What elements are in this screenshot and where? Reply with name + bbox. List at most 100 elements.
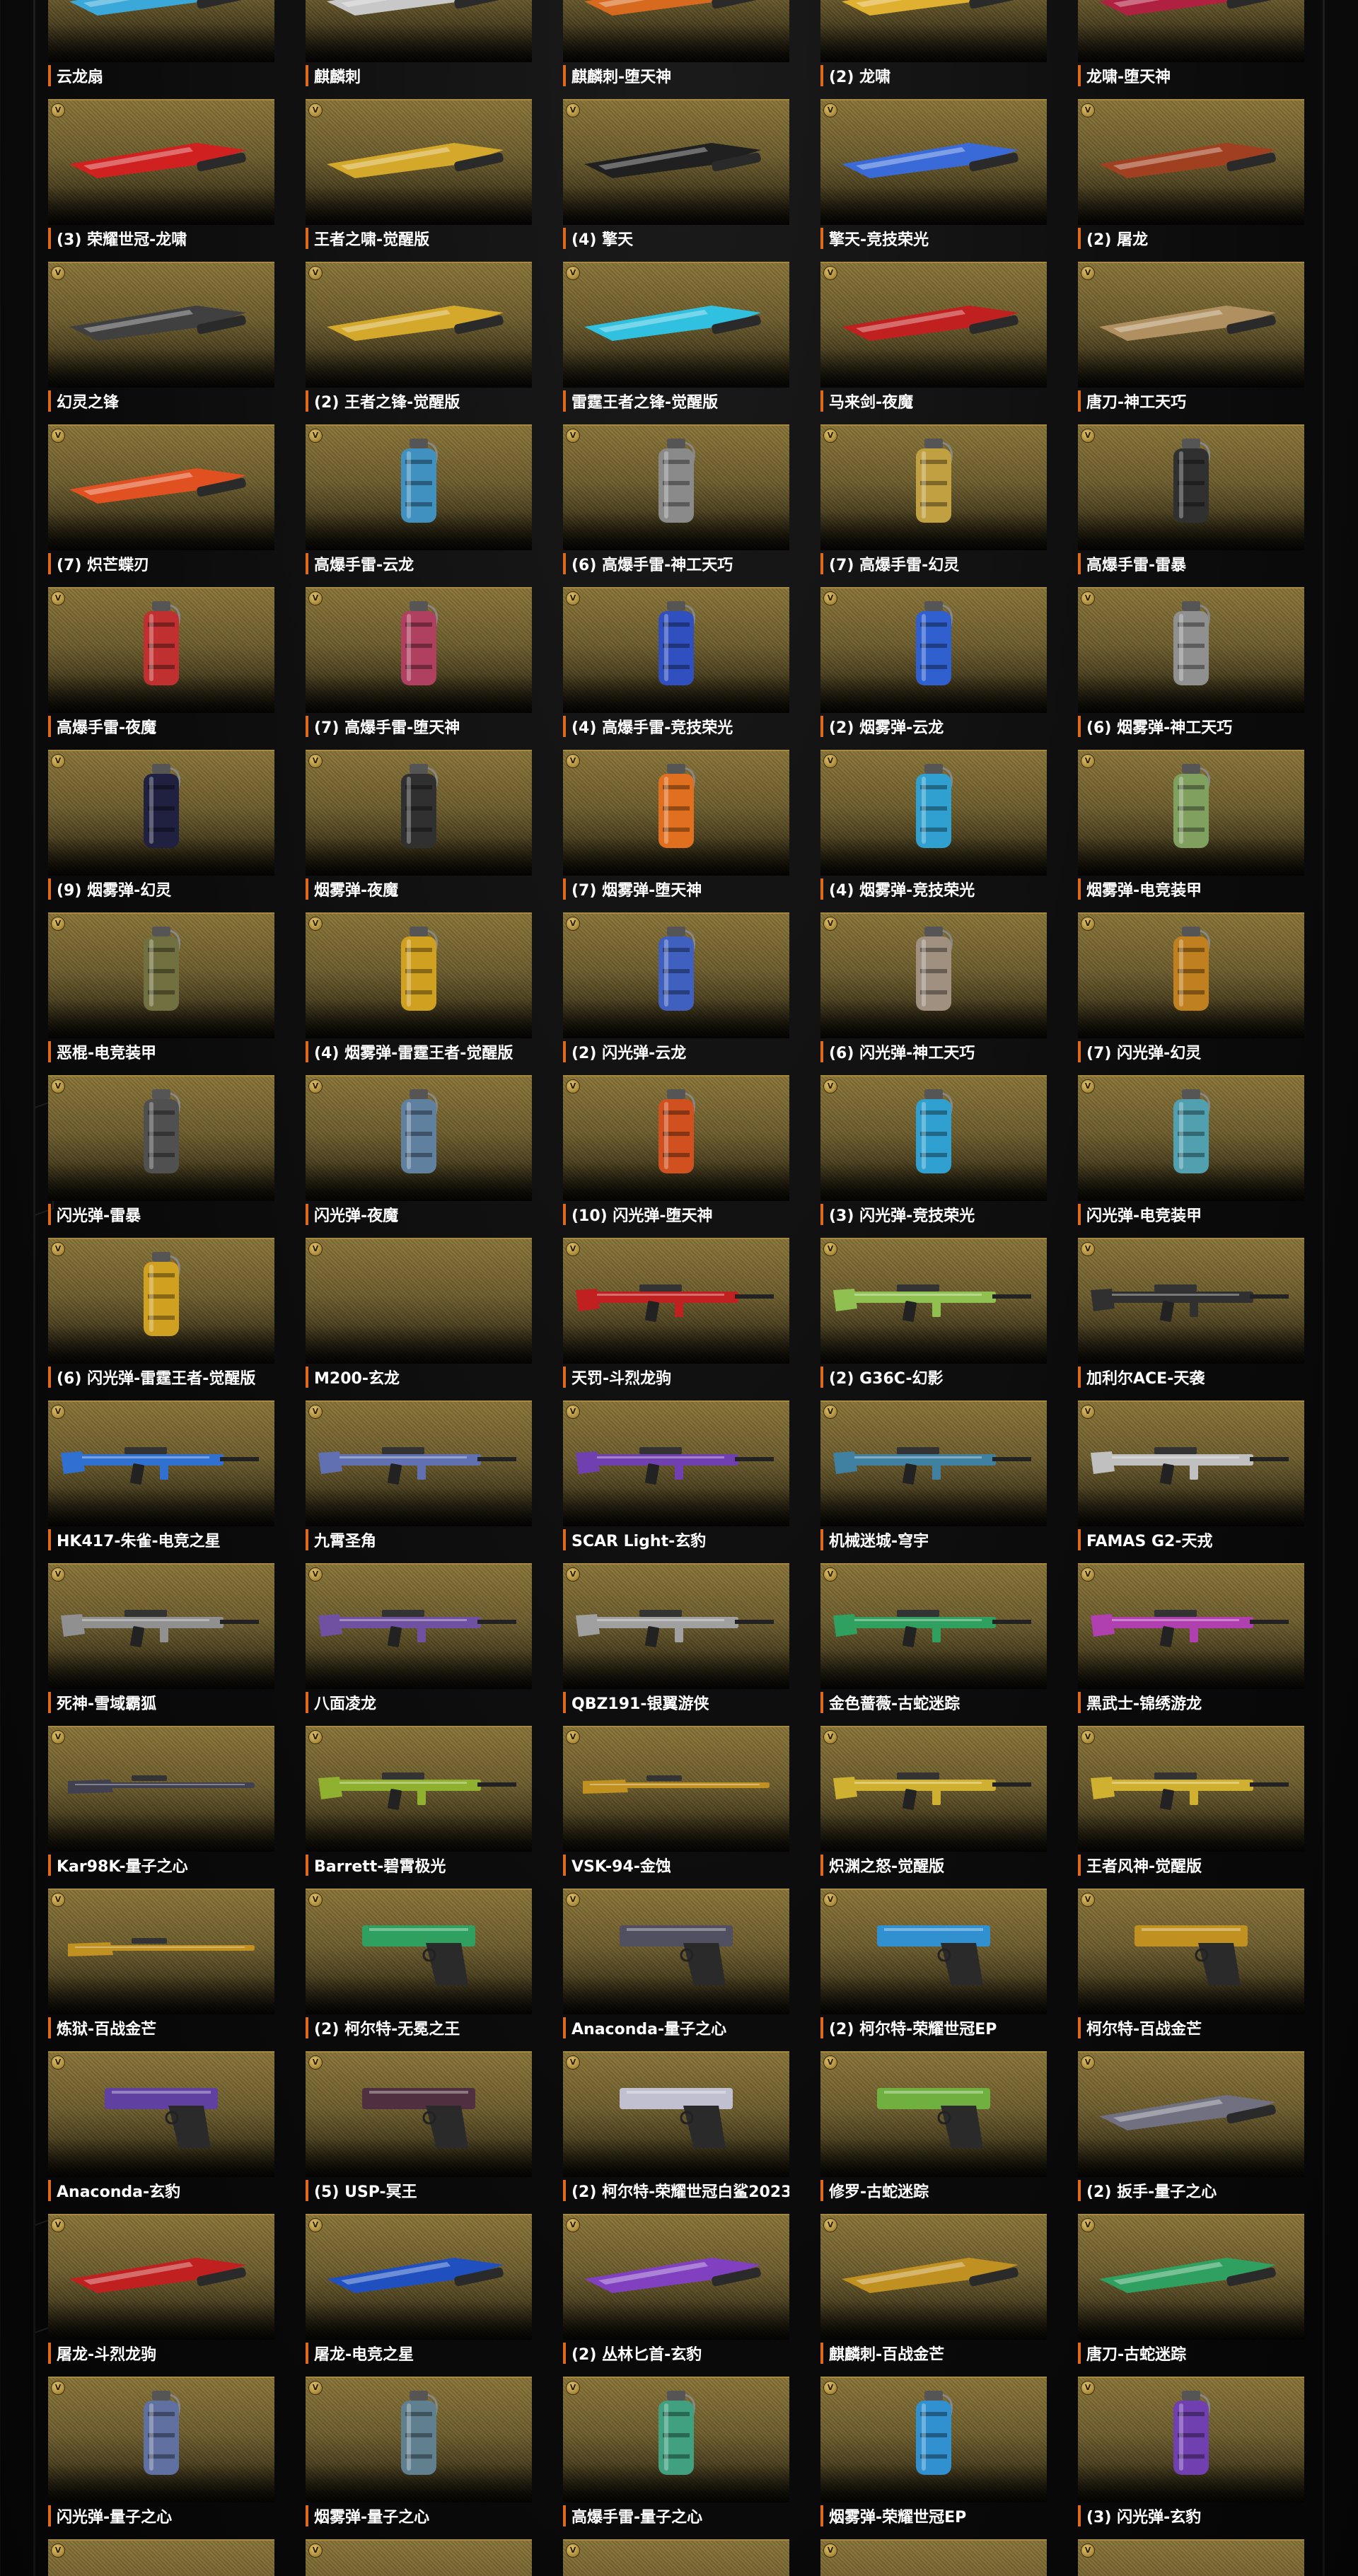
weapon-card[interactable]: V 高爆手雷-云龙 (306, 424, 532, 587)
weapon-card[interactable]: V HK417-朱雀-电竞之星 (48, 1400, 274, 1563)
v-badge-icon: V (823, 2055, 837, 2070)
weapon-card[interactable]: V 炽渊之怒-觉醒版 (820, 1726, 1047, 1889)
weapon-card[interactable]: V (6) 闪光弹-雷霆王者-觉醒版 (48, 1238, 274, 1400)
weapon-card[interactable]: V 屠龙-电竞之星 (306, 2214, 532, 2377)
weapon-card[interactable]: V (2) 丛林匕首-玄豹 (563, 2214, 789, 2377)
weapon-card[interactable]: V (2) 烟雾弹-云龙 (820, 587, 1047, 750)
weapon-card[interactable]: V 王者之啸-觉醒版 (306, 99, 532, 262)
weapon-card[interactable]: V 王者风神-觉醒版 (1078, 1726, 1304, 1889)
weapon-name-text: 屠龙-电竞之星 (314, 2346, 414, 2364)
weapon-card[interactable]: V (9) 烟雾弹-幻灵 (48, 750, 274, 912)
weapon-card[interactable]: V 天罚-斗烈龙驹 (563, 1238, 789, 1400)
weapon-name-text: (4) 高爆手雷-竞技荣光 (571, 719, 733, 737)
weapon-card[interactable]: V (4) 烟雾弹-竞技荣光 (820, 750, 1047, 912)
weapon-card[interactable]: V 烟雾弹-量子之心 (306, 2377, 532, 2539)
weapon-card[interactable]: V 加利尔ACE-天袭 (1078, 1238, 1304, 1400)
weapon-card[interactable]: V (4) 擎天 (563, 99, 789, 262)
weapon-card[interactable]: V 马来剑-夜魔 (820, 262, 1047, 424)
weapon-card[interactable]: V Anaconda-量子之心 (563, 1889, 789, 2051)
weapon-card[interactable]: V 屠龙-斗烈龙驹 (48, 2214, 274, 2377)
weapon-card[interactable]: V (3) 荣耀世冠-龙啸 (48, 99, 274, 262)
weapon-card[interactable]: V 闪光弹-雷暴 (48, 1075, 274, 1238)
weapon-card[interactable]: V 柯尔特-百战金芒 (1078, 1889, 1304, 2051)
weapon-card[interactable]: V (3) 闪光弹-竞技荣光 (820, 1075, 1047, 1238)
weapon-card[interactable]: V (4) 烟雾弹-雷霆王者-觉醒版 (306, 912, 532, 1075)
weapon-card[interactable]: V (2) G36C-幻影 (820, 1238, 1047, 1400)
weapon-card[interactable]: V (1078, 2539, 1304, 2576)
weapon-card[interactable]: V 闪光弹-夜魔 (306, 1075, 532, 1238)
weapon-card[interactable]: V (2) 柯尔特-荣耀世冠EP (820, 1889, 1047, 2051)
weapon-card[interactable]: V 闪光弹-量子之心 (48, 2377, 274, 2539)
weapon-card[interactable]: V 九霄圣角 (306, 1400, 532, 1563)
weapon-card[interactable]: V 高爆手雷-雷暴 (1078, 424, 1304, 587)
weapon-card[interactable]: V 八面凌龙 (306, 1563, 532, 1726)
weapon-card[interactable]: V 唐刀-古蛇迷踪 (1078, 2214, 1304, 2377)
weapon-card[interactable]: V 幻灵之锋 (48, 262, 274, 424)
weapon-card[interactable]: V (6) 闪光弹-神工天巧 (820, 912, 1047, 1075)
weapon-card[interactable]: V M200-玄龙 (306, 1238, 532, 1400)
v-badge-icon: V (566, 1893, 580, 1907)
weapon-card[interactable]: V 云龙扇 (48, 0, 274, 99)
weapon-card[interactable]: V (2) 龙啸 (820, 0, 1047, 99)
weapon-card[interactable]: V (7) 炽芒蝶刃 (48, 424, 274, 587)
weapon-card[interactable]: V 高爆手雷-量子之心 (563, 2377, 789, 2539)
weapon-card[interactable]: V Anaconda-玄豹 (48, 2051, 274, 2214)
weapon-image: V (306, 424, 532, 550)
weapon-card[interactable]: V SCAR Light-玄豹 (563, 1400, 789, 1563)
weapon-card[interactable]: V (5) USP-冥王 (306, 2051, 532, 2214)
weapon-card[interactable]: V (3) 闪光弹-玄豹 (1078, 2377, 1304, 2539)
weapon-card[interactable]: V (2) 柯尔特-荣耀世冠白鲨2023 (563, 2051, 789, 2214)
weapon-card[interactable]: V (10) 闪光弹-堕天神 (563, 1075, 789, 1238)
weapon-card[interactable]: V (4) 高爆手雷-竞技荣光 (563, 587, 789, 750)
weapon-card[interactable]: V FAMAS G2-天戎 (1078, 1400, 1304, 1563)
weapon-card[interactable]: V QBZ191-银翼游侠 (563, 1563, 789, 1726)
weapon-card[interactable]: V VSK-94-金蚀 (563, 1726, 789, 1889)
weapon-card[interactable]: V 高爆手雷-夜魔 (48, 587, 274, 750)
v-badge-icon: V (51, 2055, 65, 2070)
weapon-card[interactable]: V 死神-雪域霸狐 (48, 1563, 274, 1726)
weapon-card[interactable]: V (6) 高爆手雷-神工天巧 (563, 424, 789, 587)
weapon-card[interactable]: V (7) 烟雾弹-堕天神 (563, 750, 789, 912)
weapon-card[interactable]: V (2) 柯尔特-无冕之王 (306, 1889, 532, 2051)
weapon-card[interactable]: V 龙啸-堕天神 (1078, 0, 1304, 99)
v-badge-icon: V (51, 1893, 65, 1907)
weapon-card[interactable]: V 唐刀-神工天巧 (1078, 262, 1304, 424)
weapon-card[interactable]: V 麒麟刺 (306, 0, 532, 99)
weapon-card[interactable]: V (48, 2539, 274, 2576)
weapon-card[interactable]: V 烟雾弹-电竞装甲 (1078, 750, 1304, 912)
weapon-card[interactable]: V (820, 2539, 1047, 2576)
weapon-card[interactable]: V 炼狱-百战金芒 (48, 1889, 274, 2051)
v-badge-icon: V (308, 1405, 323, 1419)
weapon-card[interactable]: V (2) 屠龙 (1078, 99, 1304, 262)
weapon-card[interactable]: V 恶棍-电竞装甲 (48, 912, 274, 1075)
weapon-name-text: 烟雾弹-电竞装甲 (1086, 882, 1202, 900)
weapon-card[interactable]: V (7) 闪光弹-幻灵 (1078, 912, 1304, 1075)
weapon-card[interactable]: V Barrett-碧霄极光 (306, 1726, 532, 1889)
weapon-card[interactable]: V 金色蔷薇-古蛇迷踪 (820, 1563, 1047, 1726)
weapon-name-text: 龙啸-堕天神 (1086, 69, 1171, 86)
weapon-card[interactable]: V 擎天-竞技荣光 (820, 99, 1047, 262)
weapon-icon (1099, 2562, 1283, 2576)
weapon-card[interactable]: V 烟雾弹-夜魔 (306, 750, 532, 912)
weapon-name: Barrett-碧霄极光 (306, 1855, 532, 1876)
weapon-card[interactable]: V (2) 王者之锋-觉醒版 (306, 262, 532, 424)
weapon-card[interactable]: V 闪光弹-电竞装甲 (1078, 1075, 1304, 1238)
weapon-card[interactable]: V (7) 高爆手雷-幻灵 (820, 424, 1047, 587)
weapon-card[interactable]: V (7) 高爆手雷-堕天神 (306, 587, 532, 750)
weapon-card[interactable]: V (563, 2539, 789, 2576)
weapon-card[interactable]: V 烟雾弹-荣耀世冠EP (820, 2377, 1047, 2539)
weapon-card[interactable]: V 机械迷城-穹宇 (820, 1400, 1047, 1563)
v-badge-icon: V (1081, 2543, 1095, 2558)
weapon-card[interactable]: V 雷霆王者之锋-觉醒版 (563, 262, 789, 424)
weapon-card[interactable]: V 修罗-古蛇迷踪 (820, 2051, 1047, 2214)
weapon-card[interactable]: V (6) 烟雾弹-神工天巧 (1078, 587, 1304, 750)
weapon-card[interactable]: V 麒麟刺-堕天神 (563, 0, 789, 99)
weapon-card[interactable]: V (2) 扳手-量子之心 (1078, 2051, 1304, 2214)
weapon-card[interactable]: V Kar98K-量子之心 (48, 1726, 274, 1889)
weapon-card[interactable]: V (2) 闪光弹-云龙 (563, 912, 789, 1075)
weapon-card[interactable]: V 黑武士-锦绣游龙 (1078, 1563, 1304, 1726)
weapon-name: VSK-94-金蚀 (563, 1855, 789, 1876)
weapon-name: (3) 闪光弹-竞技荣光 (820, 1204, 1047, 1225)
weapon-card[interactable]: V (306, 2539, 532, 2576)
weapon-card[interactable]: V 麒麟刺-百战金芒 (820, 2214, 1047, 2377)
